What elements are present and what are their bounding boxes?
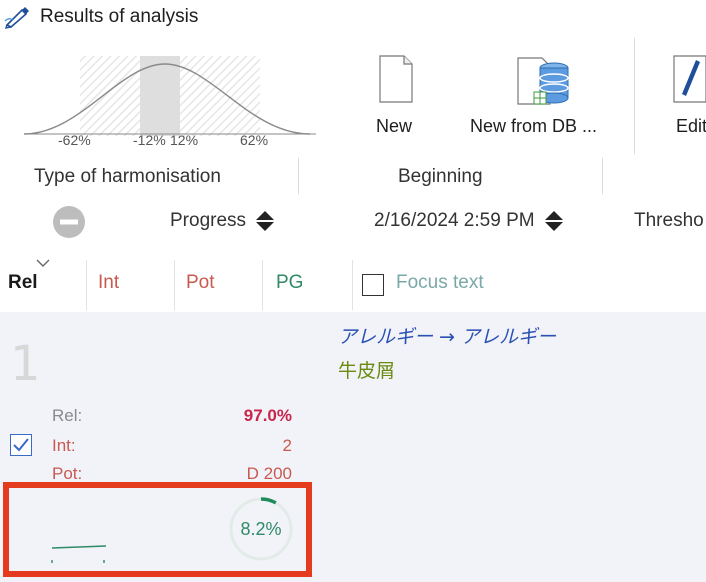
column-pot[interactable]: Pot bbox=[186, 272, 215, 294]
new-from-db-button[interactable]: New from DB ... bbox=[468, 34, 620, 154]
new-from-db-label: New from DB ... bbox=[470, 116, 598, 136]
filter-bar: Type of harmonisation Beginning Progress… bbox=[0, 158, 706, 240]
filter-separator bbox=[298, 158, 299, 194]
column-rel[interactable]: Rel bbox=[8, 272, 38, 294]
distribution-label: -12% bbox=[133, 132, 166, 148]
threshold-label[interactable]: Thresho bbox=[634, 210, 704, 232]
pot-label: Pot: bbox=[52, 464, 83, 483]
checkmark-icon bbox=[13, 438, 29, 452]
date-label: 2/16/2024 2:59 PM bbox=[374, 210, 535, 232]
new-button-label: New bbox=[376, 116, 413, 136]
result-subtitle: 牛皮屑 bbox=[338, 360, 396, 382]
int-label: Int: bbox=[52, 436, 76, 455]
focus-text-checkbox[interactable] bbox=[362, 274, 384, 296]
window-title: Results of analysis bbox=[40, 6, 199, 27]
highlight-box bbox=[3, 482, 312, 577]
type-of-harmonisation-label[interactable]: Type of harmonisation bbox=[34, 166, 221, 188]
analysis-pen-icon bbox=[4, 7, 29, 29]
column-divider bbox=[352, 260, 353, 310]
column-divider bbox=[86, 260, 87, 310]
result-select-checkbox[interactable] bbox=[10, 434, 32, 456]
ribbon-separator bbox=[634, 38, 635, 154]
column-header: Rel Int Pot PG Focus text bbox=[0, 256, 706, 312]
edit-button[interactable]: Edit bbox=[666, 34, 706, 154]
column-divider bbox=[174, 260, 175, 310]
result-rank: 1 bbox=[10, 336, 41, 392]
rel-value: 97.0% bbox=[243, 406, 292, 425]
sort-updown-icon bbox=[256, 211, 275, 231]
pot-value: D 200 bbox=[246, 464, 292, 483]
sort-updown-icon bbox=[544, 211, 563, 231]
new-document-icon bbox=[379, 55, 413, 103]
date-sort[interactable]: 2/16/2024 2:59 PM bbox=[374, 210, 564, 232]
result-title: アレルギー → アレルギー bbox=[338, 326, 556, 348]
progress-label: Progress bbox=[170, 210, 247, 232]
progress-sort[interactable]: Progress bbox=[170, 210, 275, 232]
title-bar: Results of analysis bbox=[0, 0, 706, 34]
column-divider bbox=[262, 260, 263, 310]
remove-circle-icon[interactable] bbox=[52, 205, 86, 239]
edit-document-icon bbox=[673, 55, 706, 103]
edit-button-label: Edit bbox=[676, 116, 706, 136]
ribbon-toolbar: -62% -12% 12% 62% New New from DB ... Ed… bbox=[0, 34, 706, 158]
distribution-label: 62% bbox=[240, 132, 269, 148]
distribution-label: -62% bbox=[58, 132, 91, 148]
focus-text-label[interactable]: Focus text bbox=[396, 272, 484, 294]
filter-separator bbox=[602, 158, 603, 194]
chevron-down-icon[interactable] bbox=[36, 258, 50, 268]
distribution-label: 12% bbox=[170, 132, 199, 148]
column-int[interactable]: Int bbox=[98, 272, 119, 294]
column-pg[interactable]: PG bbox=[276, 272, 303, 294]
database-document-icon bbox=[517, 57, 569, 105]
new-button[interactable]: New bbox=[370, 34, 426, 154]
int-value: 2 bbox=[282, 436, 292, 455]
rel-label: Rel: bbox=[52, 406, 83, 425]
beginning-label[interactable]: Beginning bbox=[398, 166, 483, 188]
